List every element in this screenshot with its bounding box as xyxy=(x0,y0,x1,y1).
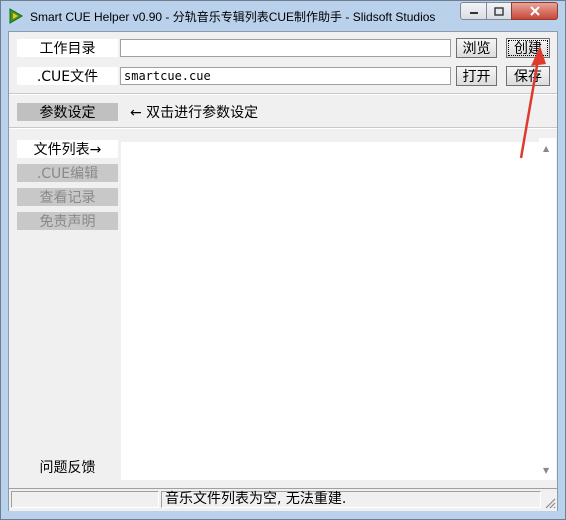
scroll-up-icon[interactable]: ▲ xyxy=(543,144,549,153)
window-title: Smart CUE Helper v0.90 - 分轨音乐专辑列表CUE制作助手… xyxy=(30,10,436,24)
tab-file-list[interactable]: 文件列表→ xyxy=(17,140,118,158)
divider xyxy=(9,94,557,95)
open-button[interactable]: 打开 xyxy=(456,66,497,86)
tab-view-log[interactable]: 查看记录 xyxy=(17,188,118,206)
cuefile-input[interactable]: smartcue.cue xyxy=(120,67,451,85)
create-button[interactable]: 创建 xyxy=(506,38,550,58)
title-bar[interactable]: Smart CUE Helper v0.90 - 分轨音乐专辑列表CUE制作助手… xyxy=(1,1,565,31)
browse-button[interactable]: 浏览 xyxy=(456,38,497,58)
client-area: 工作目录 浏览 创建 .CUE文件 smartcue.cue 打开 保存 参数设… xyxy=(8,31,558,511)
status-message: 音乐文件列表为空, 无法重建. xyxy=(161,491,541,508)
maximize-button[interactable] xyxy=(486,2,512,20)
sidebar xyxy=(9,130,121,486)
close-button[interactable] xyxy=(511,2,558,20)
close-icon xyxy=(529,6,540,16)
list-scrollbar[interactable]: ▲ ▼ xyxy=(539,138,556,480)
param-settings-button[interactable]: 参数设定 xyxy=(17,103,118,121)
tab-disclaimer[interactable]: 免责声明 xyxy=(17,212,118,230)
tab-cue-edit[interactable]: .CUE编辑 xyxy=(17,164,118,182)
status-bar: 音乐文件列表为空, 无法重建. xyxy=(9,488,557,511)
status-pane xyxy=(11,491,159,508)
divider xyxy=(9,128,557,129)
workdir-label: 工作目录 xyxy=(17,39,118,57)
scroll-down-icon[interactable]: ▼ xyxy=(543,466,549,475)
file-list[interactable] xyxy=(121,142,539,480)
app-logo-icon xyxy=(9,8,23,24)
feedback-link[interactable]: 问题反馈 xyxy=(17,457,118,477)
resize-grip-icon[interactable] xyxy=(544,497,556,509)
app-window: Smart CUE Helper v0.90 - 分轨音乐专辑列表CUE制作助手… xyxy=(0,0,566,520)
cuefile-label: .CUE文件 xyxy=(17,67,118,85)
minimize-icon xyxy=(469,12,478,14)
workdir-input[interactable] xyxy=(120,39,451,57)
maximize-icon xyxy=(494,6,504,16)
param-hint: ← 双击进行参数设定 xyxy=(130,105,259,121)
minimize-button[interactable] xyxy=(460,2,487,20)
save-button[interactable]: 保存 xyxy=(506,66,550,86)
